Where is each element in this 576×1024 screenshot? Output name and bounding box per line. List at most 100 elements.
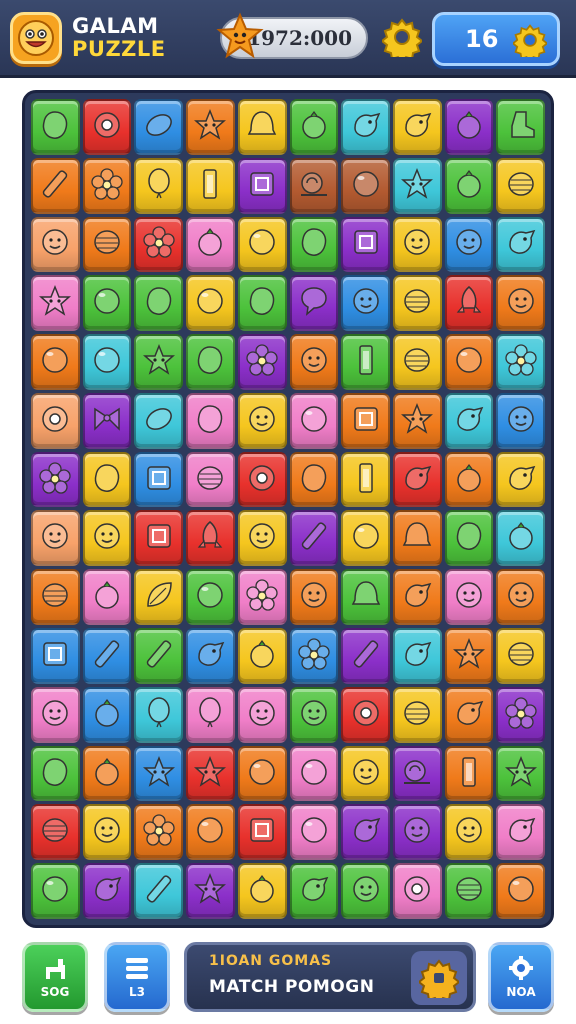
board-tile[interactable]	[341, 216, 390, 273]
board-tile[interactable]	[496, 334, 545, 390]
board-tile[interactable]	[341, 275, 390, 332]
board-tile[interactable]	[82, 275, 132, 332]
board-tile[interactable]	[237, 216, 287, 273]
board-tile[interactable]	[134, 392, 184, 449]
board-tile[interactable]	[186, 804, 235, 861]
board-tile[interactable]	[496, 510, 545, 567]
board-tile[interactable]	[496, 99, 545, 155]
board-tile[interactable]	[496, 451, 545, 508]
l3-button[interactable]: L3	[104, 942, 170, 1012]
board-tile[interactable]	[444, 392, 494, 449]
board-tile[interactable]	[496, 628, 545, 684]
board-tile[interactable]	[392, 157, 442, 214]
board-tile[interactable]	[31, 157, 80, 214]
board-tile[interactable]	[134, 863, 184, 919]
board-tile[interactable]	[31, 451, 80, 508]
board-tile[interactable]	[31, 804, 80, 861]
board-tile[interactable]	[341, 99, 390, 155]
board-tile[interactable]	[82, 451, 132, 508]
board-tile[interactable]	[31, 216, 80, 273]
board-tile[interactable]	[82, 99, 132, 155]
board-tile[interactable]	[186, 392, 235, 449]
board-tile[interactable]	[31, 275, 80, 332]
board-tile[interactable]	[186, 334, 235, 390]
board-tile[interactable]	[237, 628, 287, 684]
board-tile[interactable]	[134, 628, 184, 684]
board-tile[interactable]	[82, 510, 132, 567]
board-tile[interactable]	[444, 569, 494, 626]
board-tile[interactable]	[186, 686, 235, 743]
board-tile[interactable]	[82, 863, 132, 919]
board-tile[interactable]	[289, 628, 339, 684]
gear-icon[interactable]	[380, 17, 424, 64]
board-tile[interactable]	[392, 216, 442, 273]
board-tile[interactable]	[289, 216, 339, 273]
board-tile[interactable]	[82, 216, 132, 273]
board-tile[interactable]	[341, 392, 390, 449]
board-tile[interactable]	[496, 686, 545, 743]
board-tile[interactable]	[444, 628, 494, 684]
board-tile[interactable]	[496, 745, 545, 802]
board-tile[interactable]	[444, 686, 494, 743]
board-tile[interactable]	[31, 392, 80, 449]
board-tile[interactable]	[341, 569, 390, 626]
board-tile[interactable]	[82, 569, 132, 626]
board-tile[interactable]	[31, 686, 80, 743]
board-tile[interactable]	[186, 451, 235, 508]
board-tile[interactable]	[134, 99, 184, 155]
board-tile[interactable]	[82, 628, 132, 684]
board-tile[interactable]	[82, 745, 132, 802]
level-indicator[interactable]: 16	[432, 12, 560, 66]
board-tile[interactable]	[392, 628, 442, 684]
board-tile[interactable]	[341, 451, 390, 508]
board-tile[interactable]	[31, 334, 80, 390]
board-tile[interactable]	[289, 569, 339, 626]
board-tile[interactable]	[134, 745, 184, 802]
board-tile[interactable]	[496, 569, 545, 626]
board-tile[interactable]	[134, 275, 184, 332]
board-tile[interactable]	[237, 99, 287, 155]
board-tile[interactable]	[237, 510, 287, 567]
board-tile[interactable]	[237, 745, 287, 802]
board-tile[interactable]	[289, 99, 339, 155]
board-tile[interactable]	[392, 334, 442, 390]
board-tile[interactable]	[186, 628, 235, 684]
board-tile[interactable]	[341, 863, 390, 919]
board-tile[interactable]	[392, 745, 442, 802]
board-tile[interactable]	[392, 392, 442, 449]
board-tile[interactable]	[444, 745, 494, 802]
board-tile[interactable]	[237, 569, 287, 626]
board-tile[interactable]	[289, 451, 339, 508]
match-banner[interactable]: 1IOAN GOMAS MATCH POMOGN	[184, 942, 476, 1012]
board-tile[interactable]	[186, 157, 235, 214]
board-tile[interactable]	[289, 745, 339, 802]
board-tile[interactable]	[82, 392, 132, 449]
board-tile[interactable]	[237, 392, 287, 449]
board-tile[interactable]	[496, 392, 545, 449]
board-tile[interactable]	[341, 745, 390, 802]
board-tile[interactable]	[237, 275, 287, 332]
board-tile[interactable]	[289, 686, 339, 743]
board-tile[interactable]	[444, 99, 494, 155]
board-tile[interactable]	[392, 686, 442, 743]
board-tile[interactable]	[496, 216, 545, 273]
board-tile[interactable]	[186, 99, 235, 155]
board-tile[interactable]	[289, 863, 339, 919]
board-tile[interactable]	[237, 686, 287, 743]
board-tile[interactable]	[289, 275, 339, 332]
board-tile[interactable]	[31, 628, 80, 684]
board-tile[interactable]	[82, 686, 132, 743]
board-tile[interactable]	[444, 216, 494, 273]
board-tile[interactable]	[289, 392, 339, 449]
board-tile[interactable]	[134, 804, 184, 861]
board-tile[interactable]	[496, 275, 545, 332]
board-tile[interactable]	[444, 804, 494, 861]
board-tile[interactable]	[237, 863, 287, 919]
board-tile[interactable]	[82, 334, 132, 390]
sog-button[interactable]: SOG	[22, 942, 88, 1012]
board-tile[interactable]	[186, 569, 235, 626]
board-tile[interactable]	[289, 510, 339, 567]
board-tile[interactable]	[289, 334, 339, 390]
board-tile[interactable]	[237, 804, 287, 861]
board-tile[interactable]	[31, 863, 80, 919]
